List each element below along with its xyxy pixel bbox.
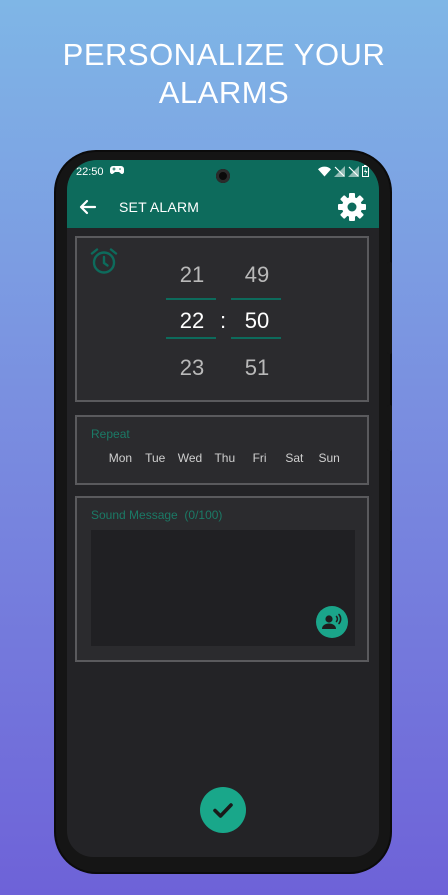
hour-selected[interactable]: 22: [166, 308, 218, 334]
status-icons: [318, 165, 369, 180]
minute-picker[interactable]: 49 50 51: [231, 238, 283, 400]
day-toggle-fri[interactable]: Fri: [242, 451, 277, 465]
day-toggle-thu[interactable]: Thu: [207, 451, 242, 465]
phone-screen: 22:50 SET ALARM 21 22 23: 49 50 51 Repe…: [67, 160, 379, 857]
app-bar: SET ALARM: [67, 186, 379, 228]
promo-headline-line2: ALARMS: [158, 75, 290, 110]
sound-message-card: Sound Message (0/100): [75, 496, 369, 662]
record-voice-icon[interactable]: [316, 606, 348, 638]
wifi-icon: [318, 166, 331, 180]
gear-icon[interactable]: [337, 192, 367, 222]
minute-selected[interactable]: 50: [231, 308, 283, 334]
hour-divider-bottom: [166, 337, 216, 339]
day-toggle-sun[interactable]: Sun: [312, 451, 347, 465]
hour-prev[interactable]: 21: [166, 262, 218, 288]
repeat-days: Mon Tue Wed Thu Fri Sat Sun: [103, 451, 347, 465]
hour-next[interactable]: 23: [166, 355, 218, 381]
day-toggle-tue[interactable]: Tue: [138, 451, 173, 465]
front-camera: [216, 169, 230, 183]
checkmark-icon[interactable]: [200, 787, 246, 833]
volume-button: [387, 262, 392, 354]
hour-picker[interactable]: 21 22 23: [166, 238, 218, 400]
status-bar: 22:50: [67, 160, 379, 186]
day-toggle-sat[interactable]: Sat: [277, 451, 312, 465]
alarm-clock-icon: [89, 246, 119, 276]
hour-divider-top: [166, 298, 216, 300]
minute-divider-top: [231, 298, 281, 300]
power-button: [387, 405, 392, 451]
battery-icon: [362, 165, 369, 180]
time-picker-card: 21 22 23 : 49 50 51: [75, 236, 369, 402]
promo-headline-line1: PERSONALIZE YOUR: [62, 37, 386, 72]
minute-next[interactable]: 51: [231, 355, 283, 381]
signal-icon: [334, 165, 345, 180]
promo-headline: PERSONALIZE YOUR ALARMS: [0, 36, 448, 112]
minute-divider-bottom: [231, 337, 281, 339]
repeat-label: Repeat: [91, 427, 130, 441]
arrow-left-icon[interactable]: [77, 196, 99, 218]
day-toggle-wed[interactable]: Wed: [173, 451, 208, 465]
repeat-card: Repeat Mon Tue Wed Thu Fri Sat Sun: [75, 415, 369, 485]
signal-icon: [348, 165, 359, 180]
status-time: 22:50: [76, 166, 104, 178]
page-title: SET ALARM: [119, 199, 200, 215]
gamepad-icon: [110, 165, 124, 179]
minute-prev[interactable]: 49: [231, 262, 283, 288]
sound-message-label: Sound Message (0/100): [91, 508, 223, 522]
time-separator: :: [220, 308, 227, 333]
day-toggle-mon[interactable]: Mon: [103, 451, 138, 465]
